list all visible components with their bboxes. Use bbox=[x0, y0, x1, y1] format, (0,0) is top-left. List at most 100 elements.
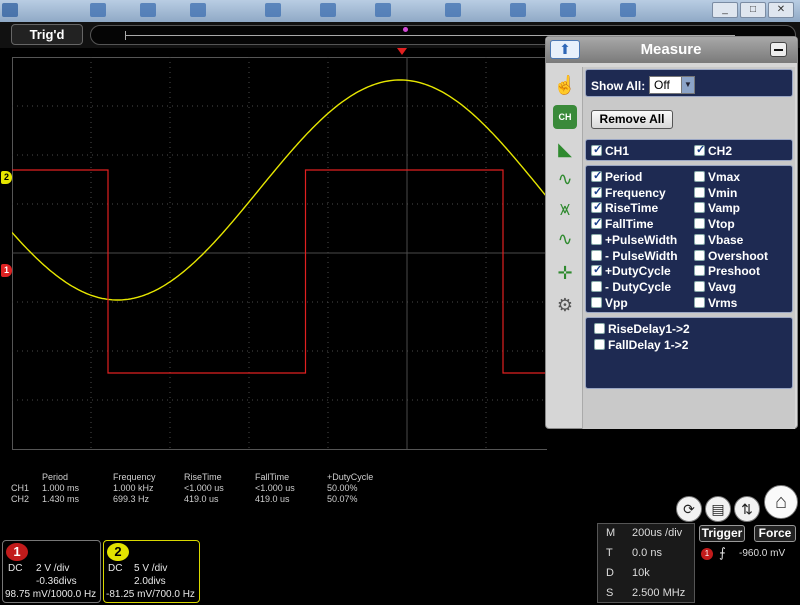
param-checkbox[interactable] bbox=[591, 233, 602, 245]
param-checkbox[interactable] bbox=[694, 296, 705, 308]
param-checkbox[interactable] bbox=[694, 249, 705, 261]
param-checkbox[interactable] bbox=[694, 186, 705, 198]
rising-edge-icon: ⨍ bbox=[719, 545, 726, 560]
settings-icon[interactable]: ⚙ bbox=[553, 293, 577, 317]
param-row-period[interactable]: Period bbox=[591, 169, 643, 185]
restore-button[interactable]: □ bbox=[740, 2, 766, 18]
readout-header: Frequency bbox=[113, 472, 156, 482]
param-row-vamp[interactable]: Vamp bbox=[694, 201, 740, 216]
export-icon[interactable]: ⇅ bbox=[734, 496, 760, 522]
math-icon[interactable]: ∿ bbox=[553, 167, 577, 191]
param-row-vpp[interactable]: Vpp bbox=[591, 296, 628, 311]
param-checkbox[interactable] bbox=[694, 171, 705, 182]
ch2-offset: 2.0divs bbox=[134, 576, 166, 587]
close-button[interactable]: ✕ bbox=[768, 2, 794, 18]
param-label: +DutyCycle bbox=[605, 264, 671, 279]
param-row-pulsewidth[interactable]: - PulseWidth bbox=[591, 249, 678, 264]
param-row-vmin[interactable]: Vmin bbox=[694, 186, 737, 201]
param-row-dutycycle[interactable]: +DutyCycle bbox=[591, 263, 671, 279]
param-row-overshoot[interactable]: Overshoot bbox=[694, 249, 768, 264]
autoset-icon[interactable]: ⟳ bbox=[676, 496, 702, 522]
pointer-icon[interactable]: ☝ bbox=[553, 73, 577, 97]
ch2-checkbox-row[interactable]: CH2 bbox=[694, 143, 732, 159]
param-row-vavg[interactable]: Vavg bbox=[694, 280, 736, 295]
param-row-falltime[interactable]: FallTime bbox=[591, 216, 653, 232]
fft-icon[interactable]: ⩙ bbox=[553, 197, 577, 221]
param-label: - PulseWidth bbox=[605, 248, 678, 263]
save-icon[interactable]: ▤ bbox=[705, 496, 731, 522]
taskbar-app-icon[interactable] bbox=[190, 3, 206, 17]
param-row-dutycycle[interactable]: - DutyCycle bbox=[591, 280, 671, 295]
param-row-vbase[interactable]: Vbase bbox=[694, 233, 743, 248]
timebase-row[interactable]: M 200us /div bbox=[598, 524, 694, 543]
param-checkbox[interactable] bbox=[694, 202, 705, 214]
param-row-frequency[interactable]: Frequency bbox=[591, 185, 666, 201]
taskbar-app-icon[interactable] bbox=[90, 3, 106, 17]
back-arrow-icon[interactable]: ⬆ bbox=[550, 40, 580, 59]
remove-all-button[interactable]: Remove All bbox=[591, 110, 673, 129]
taskbar-app-icon[interactable] bbox=[445, 3, 461, 17]
param-row-pulsewidth[interactable]: +PulseWidth bbox=[591, 233, 677, 248]
param-row-preshoot[interactable]: Preshoot bbox=[694, 264, 760, 279]
home-icon[interactable]: ⌂ bbox=[764, 485, 798, 519]
force-trigger-button[interactable]: Force bbox=[754, 525, 796, 542]
trigger-position-marker[interactable] bbox=[397, 48, 407, 55]
taskbar-app-icon[interactable] bbox=[320, 3, 336, 17]
ref-icon[interactable]: ∿ bbox=[553, 227, 577, 251]
fall-delay-checkbox[interactable] bbox=[594, 339, 605, 350]
taskbar-app-icon[interactable] bbox=[510, 3, 526, 17]
timeline-position-marker[interactable] bbox=[403, 27, 408, 32]
ch2-settings-box[interactable]: 2 DC 5 V /div 2.0divs -81.25 mV/700.0 Hz bbox=[103, 540, 200, 603]
readout-cell: 1.430 ms bbox=[42, 494, 80, 504]
param-label: Vrms bbox=[708, 295, 738, 310]
param-checkbox[interactable] bbox=[694, 265, 705, 277]
taskbar-app-icon[interactable] bbox=[140, 3, 156, 17]
readout-cell: 1.000 kHz bbox=[113, 483, 154, 493]
param-label: Period bbox=[605, 170, 643, 184]
param-row-vrms[interactable]: Vrms bbox=[694, 296, 737, 311]
ch1-settings-box[interactable]: 1 DC 2 V /div -0.36divs 98.75 mV/1000.0 … bbox=[2, 540, 101, 603]
param-row-vmax[interactable]: Vmax bbox=[694, 170, 740, 185]
param-checkbox[interactable] bbox=[694, 218, 705, 230]
fall-delay-row[interactable]: FallDelay 1->2 bbox=[594, 338, 688, 353]
channel-icon[interactable]: CH bbox=[553, 105, 577, 129]
param-checkbox[interactable] bbox=[591, 200, 602, 214]
param-checkbox[interactable] bbox=[591, 280, 602, 292]
trigger-button[interactable]: Trigger bbox=[699, 525, 745, 542]
timebase-row[interactable]: S 2.500 MHz bbox=[598, 584, 694, 603]
ch1-scale: 2 V /div bbox=[36, 563, 70, 574]
minimize-button[interactable]: _ bbox=[712, 2, 738, 18]
rise-delay-checkbox[interactable] bbox=[594, 323, 605, 334]
timebase-row[interactable]: T 0.0 ns bbox=[598, 544, 694, 563]
param-checkbox[interactable] bbox=[694, 233, 705, 245]
param-checkbox[interactable] bbox=[591, 216, 602, 230]
param-row-risetime[interactable]: RiseTime bbox=[591, 200, 658, 216]
show-all-section: Show All: Off ▼ bbox=[585, 69, 793, 97]
ch1-checkbox[interactable] bbox=[591, 143, 602, 156]
rise-delay-row[interactable]: RiseDelay1->2 bbox=[594, 322, 690, 337]
ch2-offset-marker[interactable]: 2 bbox=[1, 171, 12, 184]
taskbar-app-icon[interactable] bbox=[265, 3, 281, 17]
app-icon[interactable] bbox=[2, 3, 18, 17]
trigger-icon[interactable]: ◣ bbox=[553, 137, 577, 161]
trigger-level: -960.0 mV bbox=[739, 548, 786, 559]
cursor-icon[interactable]: ✛ bbox=[553, 261, 577, 285]
param-checkbox[interactable] bbox=[694, 280, 705, 292]
param-checkbox[interactable] bbox=[591, 169, 602, 182]
param-row-vtop[interactable]: Vtop bbox=[694, 217, 735, 232]
timebase-row[interactable]: D 10k bbox=[598, 564, 694, 583]
param-checkbox[interactable] bbox=[591, 185, 602, 198]
ch1-offset-marker[interactable]: 1 bbox=[1, 264, 12, 277]
taskbar-app-icon[interactable] bbox=[560, 3, 576, 17]
show-all-dropdown[interactable]: Off ▼ bbox=[649, 76, 695, 94]
waveform-canvas bbox=[12, 57, 547, 450]
ch2-checkbox[interactable] bbox=[694, 143, 705, 156]
param-checkbox[interactable] bbox=[591, 296, 602, 308]
param-checkbox[interactable] bbox=[591, 263, 602, 277]
ch1-checkbox-row[interactable]: CH1 bbox=[591, 143, 629, 159]
measure-side-toolbar: ☝ CH ◣ ∿ ⩙ ∿ ✛ ⚙ bbox=[549, 67, 579, 427]
param-checkbox[interactable] bbox=[591, 249, 602, 261]
taskbar-app-icon[interactable] bbox=[375, 3, 391, 17]
taskbar-app-icon[interactable] bbox=[620, 3, 636, 17]
minimize-panel-button[interactable] bbox=[770, 42, 787, 57]
